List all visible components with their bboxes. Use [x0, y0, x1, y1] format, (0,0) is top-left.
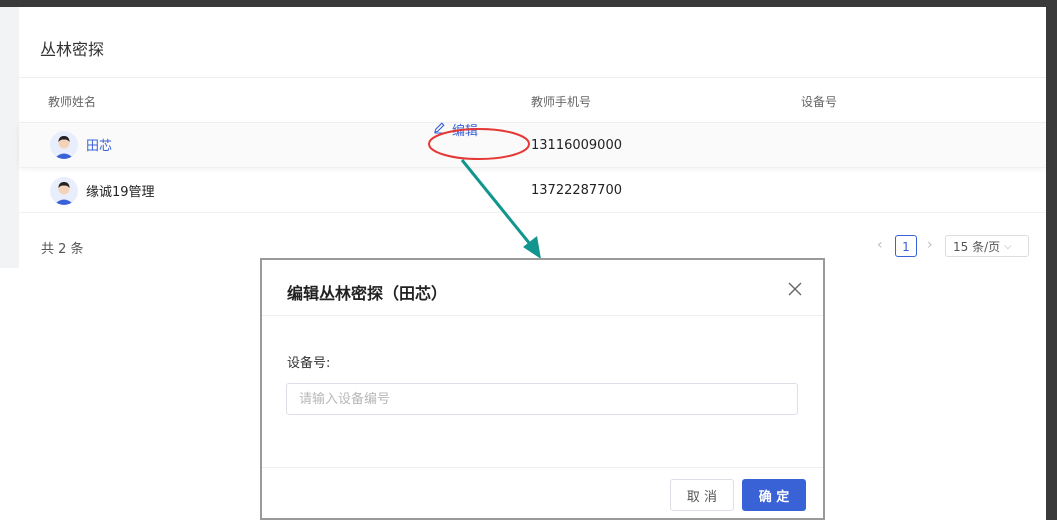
page-size-select[interactable]: 15 条/页 ⌵ — [945, 235, 1029, 257]
teacher-avatar — [50, 177, 78, 205]
column-header-teacher-name: 教师姓名 — [48, 95, 97, 109]
teacher-phone: 13722287700 — [531, 183, 622, 198]
pencil-icon — [433, 121, 446, 138]
dialog-title: 编辑丛林密探（田芯） — [287, 284, 448, 303]
dialog-footer-divider — [262, 467, 823, 468]
teacher-avatar — [50, 131, 78, 159]
teacher-phone: 13116009000 — [531, 138, 622, 153]
chevron-right-icon[interactable]: › — [927, 237, 933, 253]
window-top-frame — [0, 0, 1057, 7]
close-icon[interactable] — [786, 280, 804, 298]
pagination-current-page[interactable]: 1 — [895, 235, 917, 257]
device-no-label: 设备号: — [287, 356, 331, 371]
column-header-teacher-phone: 教师手机号 — [531, 95, 592, 109]
total-count: 共 2 条 — [41, 242, 84, 257]
page-size-value: 15 条/页 — [953, 239, 1001, 254]
column-header-device-no: 设备号 — [801, 95, 838, 109]
teacher-name: 缘诚19管理 — [86, 185, 155, 200]
chevron-down-icon: ⌵ — [1004, 240, 1012, 252]
row-divider — [19, 167, 1046, 168]
device-no-input[interactable] — [286, 383, 798, 415]
page-background — [0, 7, 19, 268]
cancel-button[interactable]: 取 消 — [670, 479, 734, 511]
dialog-header-divider — [262, 315, 823, 316]
edit-button[interactable]: 编辑 — [433, 120, 478, 139]
card-divider — [19, 77, 1046, 78]
card-title: 丛林密探 — [40, 40, 105, 59]
confirm-button[interactable]: 确 定 — [742, 479, 806, 511]
row-divider — [19, 212, 1046, 213]
window-right-frame — [1046, 0, 1057, 520]
teacher-name-link[interactable]: 田芯 — [86, 135, 112, 154]
teacher-list-card: 丛林密探 教师姓名 教师手机号 设备号 田芯 13116009000 缘诚19管… — [19, 16, 1046, 268]
edit-dialog: 编辑丛林密探（田芯） 设备号: 取 消 确 定 — [260, 258, 825, 520]
edit-label: 编辑 — [452, 124, 479, 139]
chevron-left-icon[interactable]: ‹ — [877, 237, 883, 253]
